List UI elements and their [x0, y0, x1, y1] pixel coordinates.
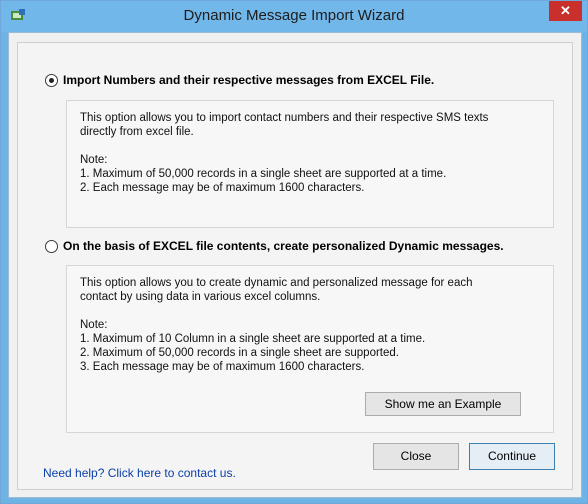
continue-button[interactable]: Continue — [469, 443, 555, 470]
option2-note: 3. Each message may be of maximum 1600 c… — [80, 361, 365, 373]
window-title: Dynamic Message Import Wizard — [183, 7, 405, 24]
show-example-button[interactable]: Show me an Example — [365, 392, 521, 416]
option1-radio-row[interactable]: Import Numbers and their respective mess… — [45, 73, 434, 87]
option1-note: 2. Each message may be of maximum 1600 c… — [80, 182, 365, 194]
option1-desc-line: directly from excel file. — [80, 126, 194, 138]
option2-note-title: Note: — [80, 319, 108, 331]
option2-note: 2. Maximum of 50,000 records in a single… — [80, 347, 399, 359]
window-close-button[interactable]: ✕ — [549, 1, 582, 21]
option1-note: 1. Maximum of 50,000 records in a single… — [80, 168, 447, 180]
wizard-window: Dynamic Message Import Wizard ✕ Import N… — [0, 0, 588, 504]
option2-radio[interactable] — [45, 239, 58, 253]
close-button[interactable]: Close — [373, 443, 459, 470]
help-link[interactable]: Need help? Click here to contact us. — [43, 466, 236, 480]
option2-note: 1. Maximum of 10 Column in a single shee… — [80, 333, 426, 345]
option2-description-box: This option allows you to create dynamic… — [66, 265, 554, 433]
option1-radio[interactable] — [45, 73, 58, 87]
options-panel: Import Numbers and their respective mess… — [17, 42, 573, 490]
option2-desc-line: contact by using data in various excel c… — [80, 291, 321, 303]
client-area: Import Numbers and their respective mess… — [8, 32, 582, 498]
option1-desc-line: This option allows you to import contact… — [80, 112, 489, 124]
option1-description-box: This option allows you to import contact… — [66, 100, 554, 228]
option2-label[interactable]: On the basis of EXCEL file contents, cre… — [63, 239, 504, 253]
option2-desc-line: This option allows you to create dynamic… — [80, 277, 473, 289]
titlebar[interactable]: Dynamic Message Import Wizard ✕ — [1, 1, 587, 32]
option1-note-title: Note: — [80, 154, 108, 166]
option2-radio-row[interactable]: On the basis of EXCEL file contents, cre… — [45, 239, 504, 253]
option1-label[interactable]: Import Numbers and their respective mess… — [63, 73, 434, 87]
